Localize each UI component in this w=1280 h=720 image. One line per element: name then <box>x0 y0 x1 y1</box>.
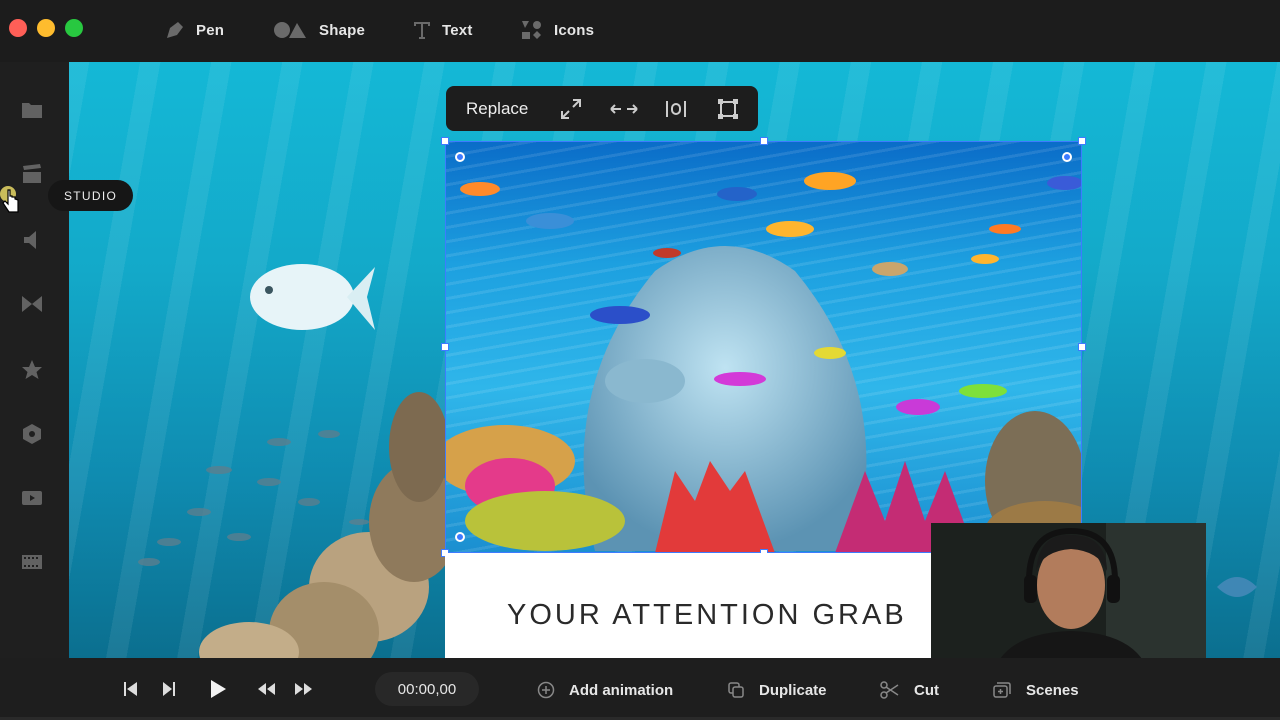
add-animation-button[interactable]: Add animation <box>537 680 673 700</box>
sidebar <box>0 62 69 658</box>
fast-forward-icon[interactable] <box>294 681 314 697</box>
resize-handle-left[interactable] <box>441 343 449 351</box>
icons-tool-button[interactable]: Icons <box>520 18 594 42</box>
add-animation-label: Add animation <box>569 681 674 699</box>
rewind-icon[interactable] <box>256 681 276 697</box>
resize-handle-top[interactable] <box>760 137 768 145</box>
shape-icon <box>274 22 306 38</box>
duplicate-label: Duplicate <box>759 681 827 699</box>
replace-button[interactable]: Replace <box>466 99 528 119</box>
resize-handle-right[interactable] <box>1078 343 1086 351</box>
skip-to-start-icon[interactable] <box>123 680 139 698</box>
playback-bar: 00:00,00 Add animation Duplicate Cut Sce… <box>0 658 1280 720</box>
window-minimize-button[interactable] <box>37 19 55 37</box>
top-toolbar: Pen Shape Text Icons <box>0 0 1280 62</box>
expand-icon[interactable] <box>559 97 583 121</box>
background-fish-right <box>1217 577 1257 597</box>
film-strip-icon[interactable] <box>20 550 44 574</box>
next-frame-icon[interactable] <box>161 680 177 698</box>
studio-clapper-icon[interactable] <box>20 162 44 186</box>
corner-radius-handle[interactable] <box>1062 152 1072 162</box>
text-icon <box>414 22 430 39</box>
folder-icon[interactable] <box>20 98 44 122</box>
scenes-label: Scenes <box>1026 681 1079 699</box>
headline-text-box[interactable]: YOUR ATTENTION GRAB <box>445 553 945 658</box>
resize-handle-top-left[interactable] <box>441 137 449 145</box>
scenes-icon <box>993 682 1011 698</box>
text-tool-button[interactable]: Text <box>412 18 473 42</box>
text-tool-label: Text <box>442 21 473 39</box>
shape-hexagon-icon[interactable] <box>20 422 44 446</box>
add-circle-icon <box>537 681 555 699</box>
duplicate-button[interactable]: Duplicate <box>727 680 827 700</box>
pen-tool-label: Pen <box>196 21 225 39</box>
background-fish <box>250 264 375 330</box>
crop-icon[interactable] <box>716 97 740 121</box>
corner-radius-handle[interactable] <box>455 152 465 162</box>
scenes-button[interactable]: Scenes <box>992 680 1079 700</box>
cut-label: Cut <box>914 681 939 699</box>
video-icon[interactable] <box>20 486 44 510</box>
duplicate-icon <box>728 682 744 698</box>
shape-tool-label: Shape <box>319 21 366 39</box>
pen-tool-button[interactable]: Pen <box>164 18 224 42</box>
presenter-video <box>991 523 1206 680</box>
pen-icon <box>167 22 183 38</box>
headline-text[interactable]: YOUR ATTENTION GRAB <box>507 599 907 632</box>
align-center-icon[interactable] <box>664 97 688 121</box>
star-icon[interactable] <box>20 358 44 382</box>
play-icon[interactable] <box>208 678 228 700</box>
resize-handle-top-right[interactable] <box>1078 137 1086 145</box>
hand-cursor-icon <box>0 186 19 213</box>
timecode-display[interactable]: 00:00,00 <box>375 672 479 706</box>
icons-icon <box>522 21 541 39</box>
icons-tool-label: Icons <box>554 21 595 39</box>
studio-tooltip: STUDIO <box>48 180 134 211</box>
transition-icon[interactable] <box>20 292 44 316</box>
scissors-icon <box>880 681 899 699</box>
cut-button[interactable]: Cut <box>880 680 939 700</box>
swap-icon[interactable] <box>608 97 640 121</box>
window-close-button[interactable] <box>9 19 27 37</box>
corner-radius-handle[interactable] <box>455 532 465 542</box>
shape-tool-button[interactable]: Shape <box>273 18 365 42</box>
audio-icon[interactable] <box>20 228 44 252</box>
window-maximize-button[interactable] <box>65 19 83 37</box>
selection-box <box>445 141 1082 553</box>
coral-rock <box>389 392 449 502</box>
image-toolbar: Replace <box>446 86 758 131</box>
webcam-overlay <box>931 523 1206 680</box>
